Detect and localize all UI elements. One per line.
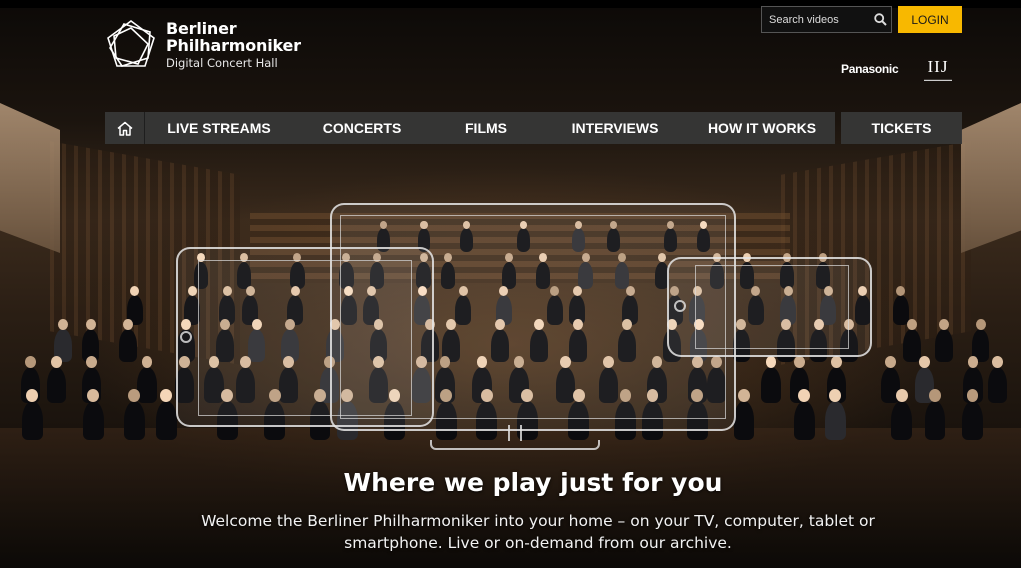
musician-figure <box>119 318 137 362</box>
musician-head <box>160 388 173 402</box>
musician-head <box>992 356 1003 369</box>
musician-head <box>50 356 62 369</box>
search-icon[interactable] <box>869 13 891 26</box>
musician-head <box>130 286 140 296</box>
home-icon <box>117 121 132 136</box>
musician-figure <box>824 388 846 440</box>
musician-figure <box>123 388 145 440</box>
hero-subline: Welcome the Berliner Philharmoniker into… <box>201 512 875 552</box>
nav-home[interactable] <box>105 112 145 144</box>
brand-name-line2: Philharmoniker <box>166 35 301 55</box>
musician-figure <box>155 388 177 440</box>
pentagon-logo-icon <box>107 20 155 67</box>
musician-figure <box>137 356 157 403</box>
iij-logo-tagline-graphic: ▬▬▬▬▬▬▬ <box>924 77 952 82</box>
search-input[interactable] <box>762 13 869 26</box>
nav-tickets[interactable]: TICKETS <box>841 112 962 144</box>
musician-figure <box>962 388 984 440</box>
musician-figure <box>82 388 104 440</box>
nav-live-streams[interactable]: LIVE STREAMS <box>145 112 293 144</box>
musician-figure <box>924 388 946 440</box>
musician-head <box>128 388 141 402</box>
main-navigation: LIVE STREAMS CONCERTS FILMS INTERVIEWS H… <box>105 112 962 144</box>
sponsor-iij-logo[interactable]: IIJ ▬▬▬▬▬▬▬ <box>924 57 952 82</box>
musician-head <box>794 356 806 369</box>
tv-neck <box>508 425 522 441</box>
musician-head <box>967 356 979 369</box>
musician-figure <box>21 388 43 440</box>
nav-concerts[interactable]: CONCERTS <box>293 112 431 144</box>
musician-figure <box>892 286 909 325</box>
nav-interviews[interactable]: INTERVIEWS <box>541 112 689 144</box>
musician-head <box>906 318 917 330</box>
tv-stand <box>430 440 600 450</box>
search-box <box>761 6 892 33</box>
tablet-device-outline <box>176 247 434 427</box>
iij-logo-mark: IIJ <box>927 57 949 76</box>
musician-figure <box>793 388 815 440</box>
musician-figure <box>987 356 1008 403</box>
musician-head <box>765 356 777 369</box>
musician-head <box>830 356 842 369</box>
musician-head <box>896 286 906 296</box>
musician-head <box>87 388 100 402</box>
sponsor-panasonic-logo[interactable]: Panasonic <box>841 62 899 76</box>
hero-headline: Where we play just for you <box>343 468 723 497</box>
musician-head <box>929 388 941 402</box>
musician-head <box>123 318 134 330</box>
musician-figure <box>902 318 921 362</box>
musician-head <box>939 318 950 330</box>
musician-head <box>975 318 986 330</box>
brand-subtitle: Digital Concert Hall <box>166 55 278 70</box>
musician-head <box>798 388 810 402</box>
musician-head <box>58 318 68 330</box>
musician-figure <box>891 388 913 440</box>
login-button[interactable]: LOGIN <box>898 6 962 33</box>
musician-head <box>884 356 896 369</box>
musician-figure <box>46 356 66 403</box>
nav-films[interactable]: FILMS <box>431 112 541 144</box>
musician-head <box>26 388 39 402</box>
musician-head <box>141 356 153 369</box>
musician-head <box>86 356 98 369</box>
nav-how-it-works[interactable]: HOW IT WORKS <box>689 112 835 144</box>
musician-head <box>25 356 36 369</box>
phone-device-outline <box>667 257 872 357</box>
musician-figure <box>935 318 954 362</box>
brand-logo[interactable]: Berliner Philharmoniker Digital Concert … <box>104 18 301 72</box>
musician-head <box>896 388 908 402</box>
musician-head <box>85 318 96 330</box>
musician-figure <box>761 356 781 403</box>
musician-figure <box>733 388 755 440</box>
musician-head <box>829 388 842 402</box>
musician-head <box>919 356 931 369</box>
musician-head <box>738 388 750 402</box>
